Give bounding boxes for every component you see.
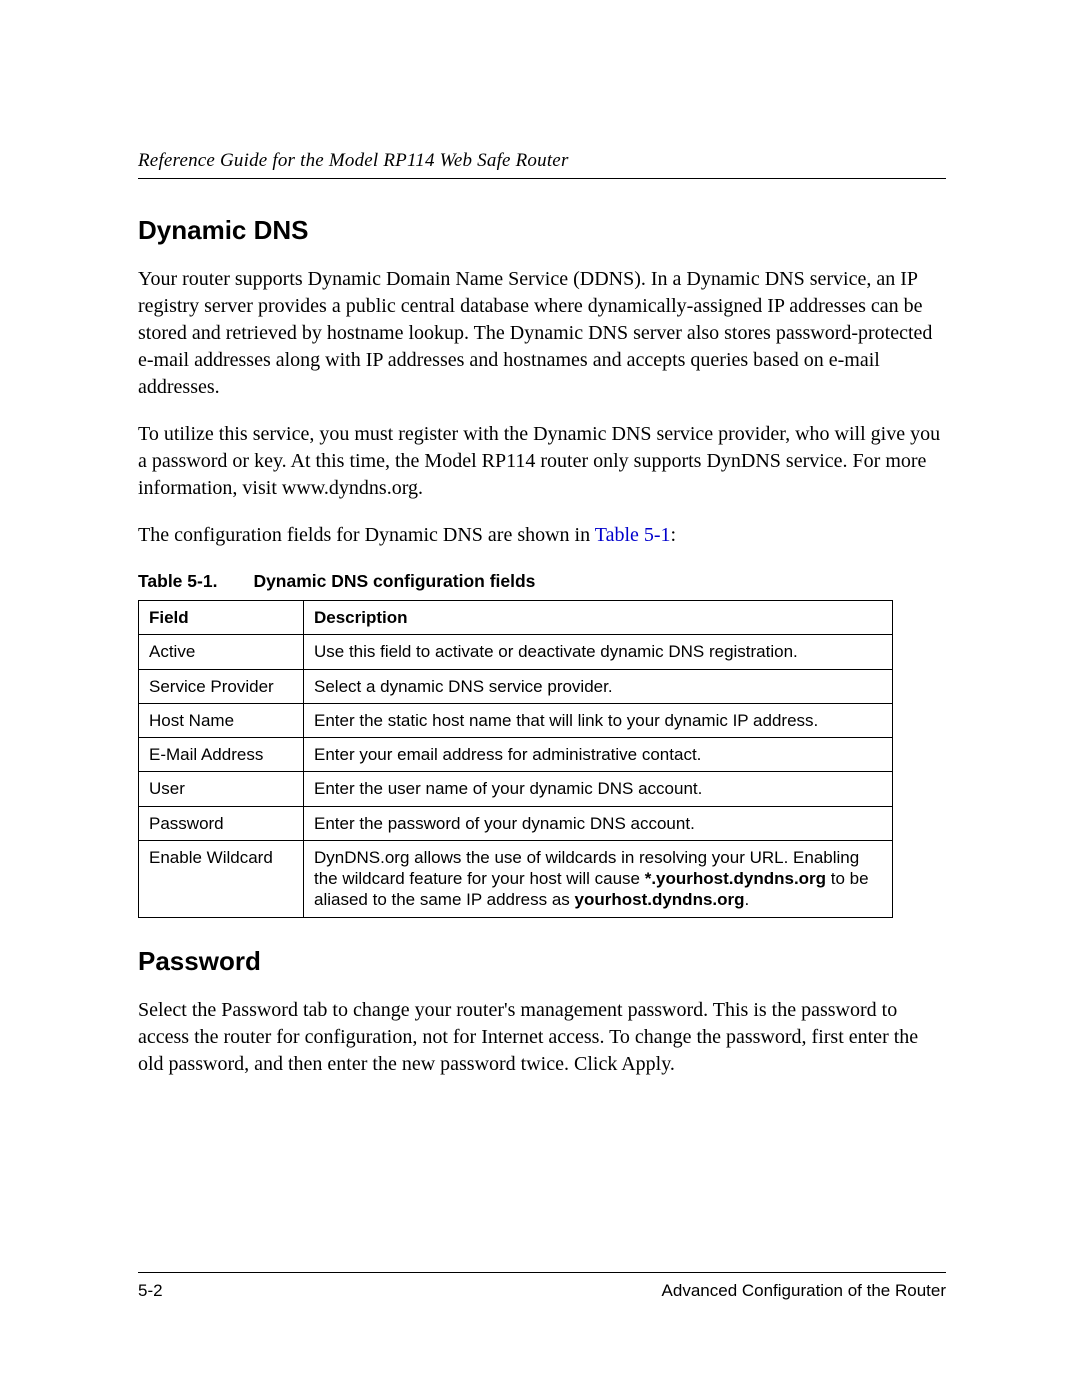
table-number: Table 5-1. bbox=[138, 571, 217, 591]
table-row: E-Mail Address Enter your email address … bbox=[139, 738, 893, 772]
table-cell-field: Host Name bbox=[139, 703, 304, 737]
page-number: 5-2 bbox=[138, 1281, 163, 1301]
table-cell-desc: Use this field to activate or deactivate… bbox=[304, 635, 893, 669]
table-cell-field: Service Provider bbox=[139, 669, 304, 703]
table-cross-reference-link[interactable]: Table 5-1 bbox=[595, 524, 671, 546]
table-cell-desc: Enter the static host name that will lin… bbox=[304, 703, 893, 737]
table-row: Host Name Enter the static host name tha… bbox=[139, 703, 893, 737]
bold-text: yourhost.dyndns.org bbox=[575, 890, 745, 909]
table-cell-desc: Enter the user name of your dynamic DNS … bbox=[304, 772, 893, 806]
table-row: Active Use this field to activate or dea… bbox=[139, 635, 893, 669]
text: The configuration fields for Dynamic DNS… bbox=[138, 524, 595, 546]
table-cell-desc: Enter the password of your dynamic DNS a… bbox=[304, 806, 893, 840]
table-row: Password Enter the password of your dyna… bbox=[139, 806, 893, 840]
table-cell-desc: Enter your email address for administrat… bbox=[304, 738, 893, 772]
config-fields-table: Field Description Active Use this field … bbox=[138, 600, 893, 918]
page-footer: 5-2 Advanced Configuration of the Router bbox=[138, 1272, 946, 1301]
table-cell-desc: Select a dynamic DNS service provider. bbox=[304, 669, 893, 703]
table-cell-desc: DynDNS.org allows the use of wildcards i… bbox=[304, 840, 893, 917]
table-row: Service Provider Select a dynamic DNS se… bbox=[139, 669, 893, 703]
section-heading-dynamic-dns: Dynamic DNS bbox=[138, 215, 946, 246]
table-row: Enable Wildcard DynDNS.org allows the us… bbox=[139, 840, 893, 917]
table-title: Dynamic DNS configuration fields bbox=[253, 571, 535, 591]
text: : bbox=[671, 524, 677, 546]
bold-text: *.yourhost.dyndns.org bbox=[645, 869, 826, 888]
table-cell-field: E-Mail Address bbox=[139, 738, 304, 772]
paragraph: Your router supports Dynamic Domain Name… bbox=[138, 266, 946, 401]
table-caption: Table 5-1. Dynamic DNS configuration fiel… bbox=[138, 571, 946, 592]
paragraph: The configuration fields for Dynamic DNS… bbox=[138, 522, 946, 549]
table-header-field: Field bbox=[139, 601, 304, 635]
table-cell-field: Active bbox=[139, 635, 304, 669]
section-heading-password: Password bbox=[138, 946, 946, 977]
table-row: User Enter the user name of your dynamic… bbox=[139, 772, 893, 806]
table-cell-field: User bbox=[139, 772, 304, 806]
table-cell-field: Password bbox=[139, 806, 304, 840]
table-header-description: Description bbox=[304, 601, 893, 635]
text: . bbox=[745, 890, 750, 909]
chapter-title: Advanced Configuration of the Router bbox=[662, 1281, 946, 1301]
running-header: Reference Guide for the Model RP114 Web … bbox=[138, 150, 946, 179]
table-header-row: Field Description bbox=[139, 601, 893, 635]
document-page: Reference Guide for the Model RP114 Web … bbox=[0, 0, 1080, 1397]
table-cell-field: Enable Wildcard bbox=[139, 840, 304, 917]
paragraph: Select the Password tab to change your r… bbox=[138, 997, 946, 1078]
paragraph: To utilize this service, you must regist… bbox=[138, 421, 946, 502]
